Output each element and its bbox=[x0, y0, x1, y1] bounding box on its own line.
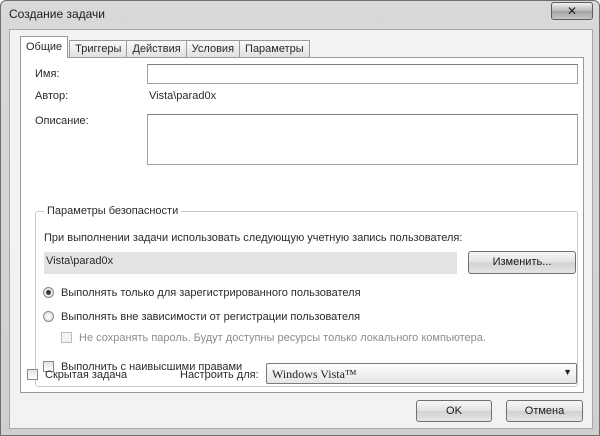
configure-for-select[interactable]: Windows Vista™ ▼ bbox=[266, 363, 577, 384]
description-input[interactable] bbox=[147, 114, 578, 165]
radio-whether-logged-on[interactable] bbox=[43, 311, 54, 322]
ok-button[interactable]: OK bbox=[416, 400, 492, 422]
radio-whether-logged-on-label: Выполнять вне зависимости от регистрации… bbox=[61, 311, 361, 323]
tab-panel-general: Имя: Автор: Vista\parad0x Описание: Пара… bbox=[20, 57, 584, 393]
hidden-task-label: Скрытая задача bbox=[45, 369, 128, 381]
dialog-window: Создание задачи ✕ Общие Триггеры Действи… bbox=[0, 0, 600, 436]
account-prompt: При выполнении задачи использовать следу… bbox=[44, 232, 463, 244]
change-user-button[interactable]: Изменить... bbox=[468, 251, 576, 274]
radio-logged-on-only-label: Выполнять только для зарегистрированного… bbox=[61, 287, 361, 299]
configure-for-label: Настроить для: bbox=[180, 369, 259, 381]
no-store-password-label: Не сохранять пароль. Будут доступны ресу… bbox=[79, 332, 486, 344]
tab-triggers[interactable]: Триггеры bbox=[69, 40, 128, 58]
dialog-client-area: Общие Триггеры Действия Условия Параметр… bbox=[9, 29, 593, 429]
cancel-button[interactable]: Отмена bbox=[506, 400, 583, 422]
radio-logged-on-only[interactable] bbox=[43, 287, 54, 298]
tab-actions[interactable]: Действия bbox=[126, 40, 187, 58]
author-label: Автор: bbox=[35, 90, 69, 102]
tab-conditions[interactable]: Условия bbox=[185, 40, 241, 58]
author-value: Vista\parad0x bbox=[149, 90, 217, 102]
security-options-group: Параметры безопасности При выполнении за… bbox=[35, 205, 578, 387]
hidden-task-checkbox[interactable] bbox=[27, 369, 38, 380]
tab-strip: Общие Триггеры Действия Условия Параметр… bbox=[20, 36, 310, 58]
close-icon: ✕ bbox=[566, 4, 578, 18]
close-button[interactable]: ✕ bbox=[551, 2, 593, 20]
name-label: Имя: bbox=[35, 68, 60, 80]
security-group-title: Параметры безопасности bbox=[44, 205, 182, 217]
no-store-password-checkbox bbox=[61, 332, 72, 343]
configure-for-value: Windows Vista™ bbox=[272, 367, 357, 381]
account-value: Vista\parad0x bbox=[44, 252, 457, 274]
chevron-down-icon: ▼ bbox=[563, 367, 572, 377]
tab-general[interactable]: Общие bbox=[20, 36, 69, 58]
name-input[interactable] bbox=[147, 64, 578, 84]
window-title: Создание задачи bbox=[9, 7, 105, 21]
tab-settings[interactable]: Параметры bbox=[239, 40, 310, 58]
description-label: Описание: bbox=[35, 115, 89, 127]
